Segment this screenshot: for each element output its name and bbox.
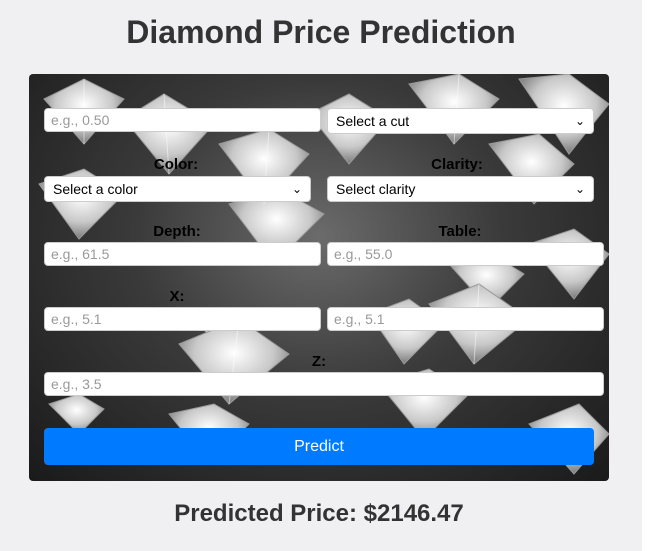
carat-input[interactable] (44, 108, 321, 132)
predict-button[interactable]: Predict (44, 428, 594, 465)
table-label: Table: (438, 223, 482, 240)
depth-label: Depth: (153, 223, 201, 240)
page-title: Diamond Price Prediction (126, 14, 516, 50)
y-input[interactable] (327, 307, 604, 331)
table-input[interactable] (327, 242, 604, 266)
cut-select-value: Select a cut (336, 113, 410, 129)
chevron-down-icon: ⌄ (574, 114, 585, 128)
color-select-value: Select a color (53, 181, 138, 197)
chevron-down-icon: ⌄ (574, 182, 585, 196)
predicted-price: Predicted Price: $2146.47 (174, 500, 464, 527)
x-input[interactable] (44, 307, 321, 331)
scrollbar-gutter (642, 0, 664, 551)
clarity-select-value: Select clarity (336, 181, 416, 197)
chevron-down-icon: ⌄ (291, 182, 302, 196)
color-select[interactable]: Select a color ⌄ (44, 176, 311, 202)
cut-select[interactable]: Select a cut ⌄ (327, 108, 594, 134)
clarity-select[interactable]: Select clarity ⌄ (327, 176, 594, 202)
z-label: Z: (311, 353, 327, 370)
depth-input[interactable] (44, 242, 321, 266)
z-input[interactable] (44, 372, 604, 396)
prediction-form-card: Select a cut ⌄ Color: Clarity: Select a … (29, 74, 609, 481)
clarity-label: Clarity: (431, 156, 483, 173)
diamonds-background-image (38, 74, 609, 475)
color-label: Color: (153, 156, 199, 173)
x-label: X: (169, 288, 185, 305)
